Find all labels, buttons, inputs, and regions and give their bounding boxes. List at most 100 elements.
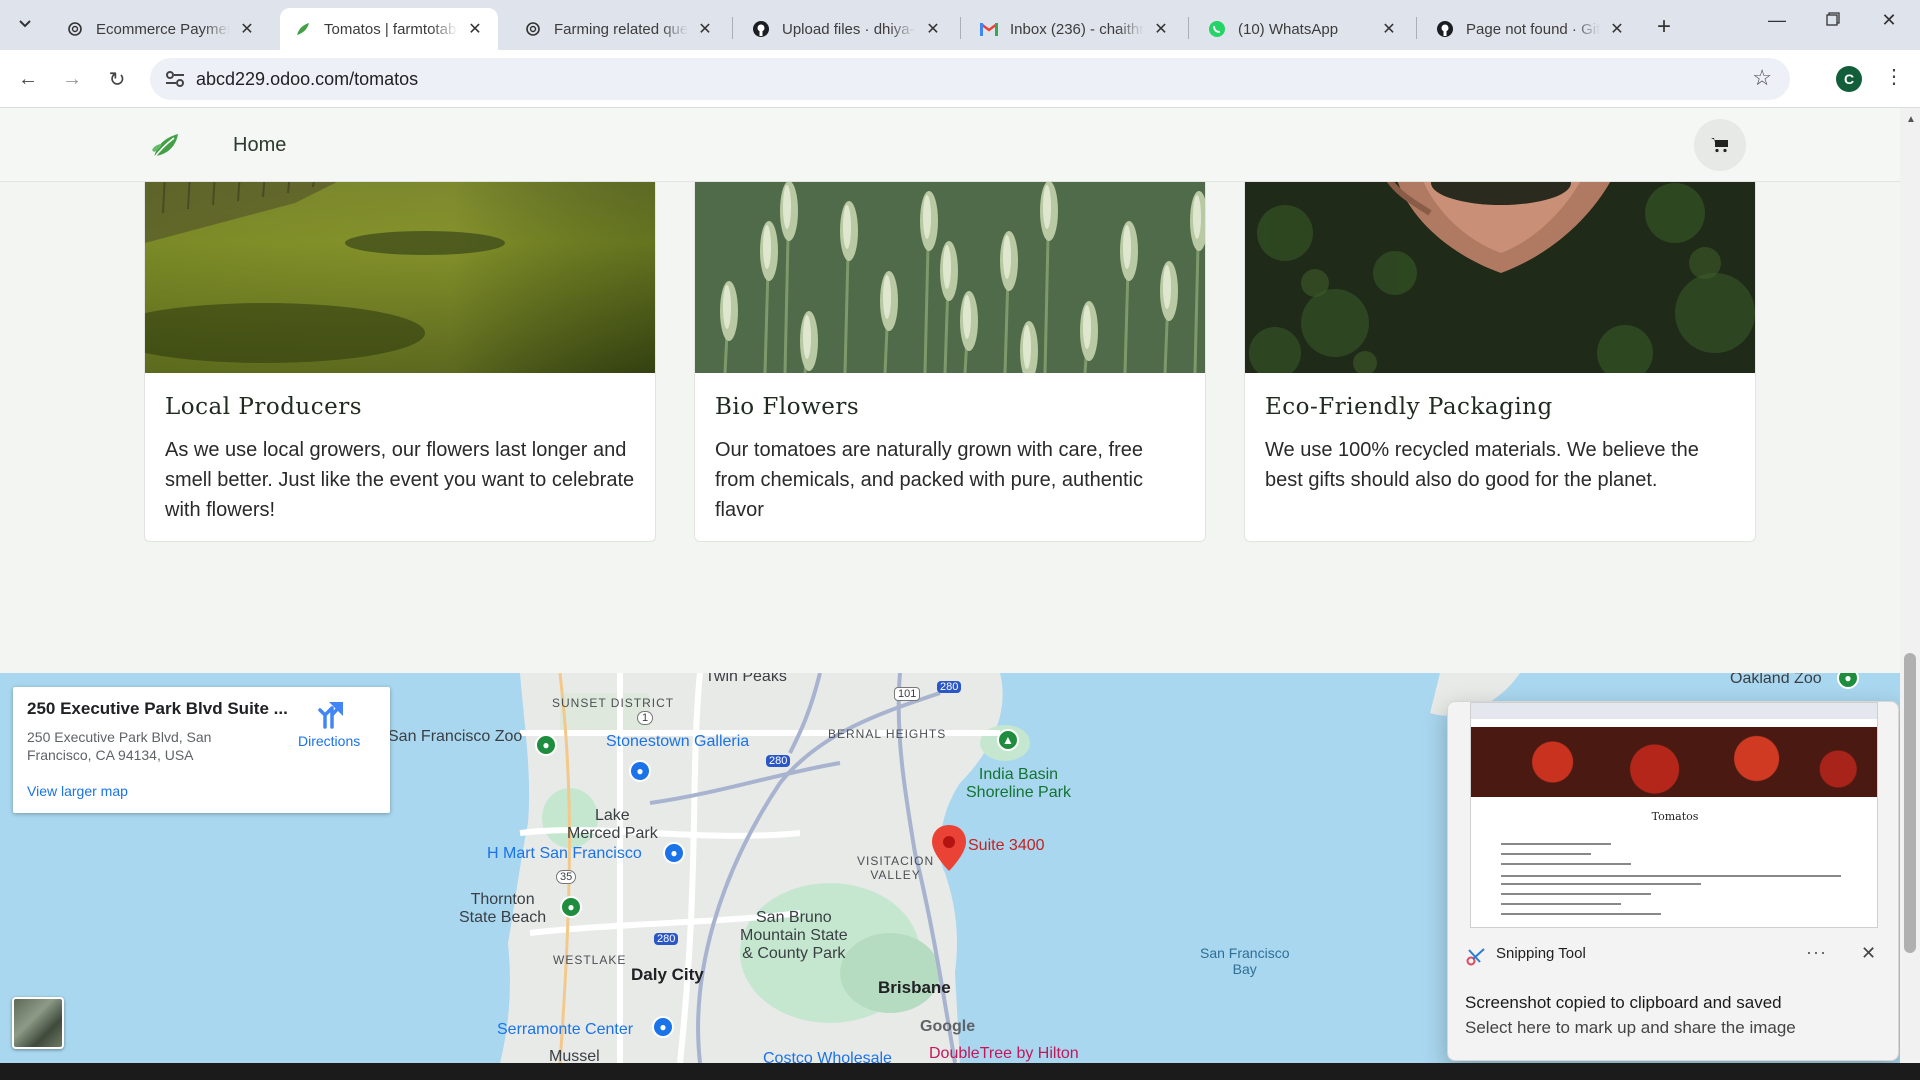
chatgpt-icon	[524, 20, 542, 38]
tab-title: Inbox (236) - chaithra	[1010, 20, 1144, 38]
whatsapp-icon	[1208, 20, 1226, 38]
browser-tab[interactable]: Farming related questions ✕	[510, 8, 728, 50]
view-larger-map-link[interactable]: View larger map	[27, 783, 128, 799]
tab-separator	[1416, 17, 1417, 39]
map-label-sf-zoo: San Francisco Zoo	[388, 728, 523, 745]
minimize-button[interactable]: —	[1762, 10, 1792, 31]
browser-tab[interactable]: Inbox (236) - chaithra ✕	[966, 8, 1184, 50]
scroll-up-arrow-icon[interactable]: ▲	[1906, 114, 1916, 125]
zoo-poi-icon[interactable]: ●	[535, 734, 557, 756]
window-close-button[interactable]: ✕	[1874, 10, 1904, 31]
browser-tab[interactable]: (10) WhatsApp ✕	[1194, 8, 1412, 50]
browser-tab[interactable]: Page not found · GitHub ✕	[1422, 8, 1640, 50]
odoo-leaf-icon	[294, 20, 312, 38]
cart-button[interactable]	[1694, 119, 1746, 171]
page-scrollbar[interactable]: ▲	[1900, 108, 1920, 1063]
browser-menu-icon[interactable]: ⋮	[1884, 64, 1904, 89]
hands-with-soil-image	[1245, 182, 1755, 373]
nav-home-link[interactable]: Home	[233, 134, 286, 157]
reload-button[interactable]: ↻	[102, 64, 132, 94]
browser-toolbar: ← → ↻ abcd229.odoo.com/tomatos ☆ C ⋮	[0, 50, 1920, 108]
google-logo: Google	[920, 1018, 976, 1035]
card-description: We use 100% recycled materials. We belie…	[1265, 439, 1699, 491]
site-header: Home	[0, 108, 1900, 182]
toast-message: Screenshot copied to clipboard and saved	[1465, 993, 1782, 1012]
map-label-brisbane: Brisbane	[878, 978, 951, 997]
directions-link[interactable]: Directions	[298, 733, 360, 749]
tab-close-icon[interactable]: ✕	[238, 20, 256, 38]
map-label-stonestown: Stonestown Galleria	[606, 733, 750, 750]
map-label-india-basin: India Basin Shoreline Park	[966, 766, 1071, 801]
github-icon	[752, 20, 770, 38]
map-label-san-bruno-park: San Bruno Mountain State & County Park	[740, 909, 848, 962]
map-label-oakland-zoo: Oakland Zoo	[1730, 673, 1822, 687]
site-info-icon[interactable]	[164, 68, 186, 90]
scrollbar-thumb[interactable]	[1904, 653, 1916, 953]
feature-card-bio-flowers: Bio Flowers Our tomatoes are naturally g…	[694, 182, 1206, 542]
route-1-shield: 1	[637, 711, 654, 725]
tab-title: (10) WhatsApp	[1238, 20, 1339, 38]
feature-card-eco-packaging: Eco-Friendly Packaging We use 100% recyc…	[1244, 182, 1756, 542]
tab-close-icon[interactable]: ✕	[924, 20, 942, 38]
card-title: Eco-Friendly Packaging	[1265, 394, 1553, 420]
arrow-left-icon: ←	[18, 67, 38, 90]
tab-close-icon[interactable]: ✕	[1608, 20, 1626, 38]
shopping-poi-icon[interactable]: ●	[663, 842, 685, 864]
tab-separator	[1188, 17, 1189, 39]
route-280-shield: 280	[766, 755, 791, 767]
restore-button[interactable]	[1818, 10, 1848, 31]
shopping-poi-icon[interactable]: ●	[629, 760, 651, 782]
map-label-twin-peaks: Twin Peaks	[705, 673, 787, 685]
shopping-poi-icon[interactable]: ●	[652, 1016, 674, 1038]
tab-close-icon[interactable]: ✕	[1152, 20, 1170, 38]
url-text[interactable]: abcd229.odoo.com/tomatos	[196, 69, 418, 90]
github-icon	[1436, 20, 1454, 38]
tab-title: Page not found · GitHub	[1466, 20, 1600, 38]
tab-title: Farming related questions	[554, 20, 688, 38]
park-poi-icon[interactable]: ▲	[997, 729, 1019, 751]
tab-close-icon[interactable]: ✕	[696, 20, 714, 38]
map-label-sunset-district: SUNSET DISTRICT	[552, 696, 675, 710]
profile-avatar[interactable]: C	[1836, 66, 1862, 92]
bookmark-star-icon[interactable]: ☆	[1752, 65, 1772, 91]
snipping-tool-notification[interactable]: Tomatos Snipping Tool ··· ✕ Screenshot c…	[1447, 701, 1899, 1061]
map-label-doubletree: DoubleTree by Hilton	[929, 1045, 1079, 1062]
browser-tab[interactable]: Upload files · dhiya-b ✕	[738, 8, 956, 50]
place-title: 250 Executive Park Blvd Suite ...	[27, 699, 288, 718]
screenshot-preview[interactable]: Tomatos	[1470, 702, 1878, 928]
browser-tab[interactable]: Tomatos | farmtotable ✕	[280, 8, 498, 50]
preview-title: Tomatos	[1651, 810, 1699, 823]
browser-tab[interactable]: Ecommerce Payment ✕	[52, 8, 270, 50]
leaf-logo-icon[interactable]	[150, 130, 182, 162]
back-button[interactable]: ←	[13, 64, 43, 94]
tab-separator	[732, 17, 733, 39]
address-bar[interactable]: abcd229.odoo.com/tomatos ☆	[150, 58, 1790, 100]
tab-search-button[interactable]	[12, 11, 38, 37]
route-280-shield: 280	[654, 933, 679, 945]
location-pin-icon[interactable]	[932, 825, 966, 871]
toast-subtext: Select here to mark up and share the ima…	[1465, 1018, 1796, 1037]
satellite-toggle[interactable]	[12, 997, 64, 1049]
more-options-icon[interactable]: ···	[1806, 942, 1827, 963]
card-description: As we use local growers, our flowers las…	[165, 439, 635, 521]
tab-close-icon[interactable]: ✕	[1380, 20, 1398, 38]
restore-icon	[1826, 12, 1840, 26]
tab-title: Ecommerce Payment	[96, 20, 230, 38]
route-280-shield: 280	[937, 681, 962, 693]
scissors-icon	[1466, 948, 1485, 966]
forward-button[interactable]: →	[57, 64, 87, 94]
tab-close-icon[interactable]: ✕	[466, 20, 484, 38]
wheat-stalks-image	[695, 182, 1205, 373]
route-35-shield: 35	[556, 870, 577, 884]
tomatoes-image	[1471, 727, 1877, 797]
tab-strip: Ecommerce Payment ✕ Tomatos | farmtotable ✕…	[0, 0, 1920, 50]
map-label-sf-bay: San Francisco Bay	[1200, 945, 1290, 977]
new-tab-button[interactable]: +	[1652, 13, 1676, 41]
directions-icon[interactable]	[317, 699, 347, 729]
features-section: Local Producers As we use local growers,…	[0, 182, 1900, 673]
close-icon[interactable]: ✕	[1861, 943, 1876, 964]
place-address: 250 Executive Park Blvd, San Francisco, …	[27, 729, 212, 763]
map-label-costco: Costco Wholesale	[763, 1050, 892, 1063]
beach-poi-icon[interactable]: ●	[560, 896, 582, 918]
cart-icon	[1711, 138, 1728, 153]
